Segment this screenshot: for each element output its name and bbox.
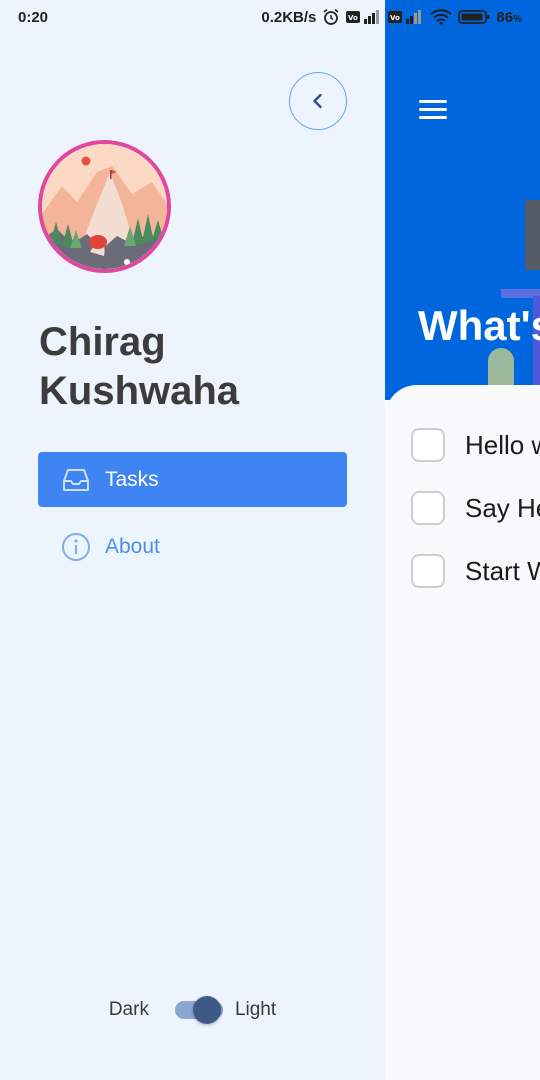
task-item[interactable]: Hello w [411, 425, 540, 465]
dark-label: Dark [108, 999, 149, 1020]
task-title: Say He [465, 492, 540, 523]
volte-signal-icon: Vo [346, 10, 380, 24]
status-icons: 0.2KB/s Vo Vo 86% [261, 8, 522, 26]
toggle-knob [192, 996, 221, 1024]
main-header: What's [385, 0, 540, 400]
nav-item-about[interactable]: About [38, 519, 347, 574]
battery-icon [458, 10, 490, 24]
light-label: Light [234, 999, 277, 1020]
user-name: Chirag Kushwaha [39, 320, 240, 413]
network-speed: 0.2KB/s [261, 8, 317, 26]
inbox-icon [63, 468, 89, 491]
task-checkbox[interactable] [411, 554, 445, 588]
status-bar: 0:20 0.2KB/s Vo Vo 86% [0, 0, 540, 34]
info-icon [62, 532, 90, 561]
task-checkbox[interactable] [411, 491, 445, 525]
nav-item-label: Tasks [105, 467, 159, 491]
task-checkbox[interactable] [411, 428, 445, 462]
main-title: What's [418, 302, 540, 349]
task-item[interactable]: Start W [411, 551, 540, 591]
alarm-icon [323, 8, 339, 25]
wifi-icon [430, 9, 453, 25]
battery-level: 86% [496, 8, 522, 26]
svg-text:Vo: Vo [348, 14, 358, 22]
theme-toggle[interactable] [174, 996, 223, 1024]
nav-item-tasks[interactable]: Tasks [38, 452, 347, 507]
avatar [38, 140, 171, 273]
main-app-background: What's Hello w Say He Start W [385, 0, 540, 1080]
task-title: Hello w [465, 429, 540, 460]
navigation-drawer: Chirag Kushwaha Tasks About Dark Light [0, 0, 385, 1080]
header-illustration-block [525, 200, 540, 270]
header-illustration-plant [488, 348, 514, 388]
nav-item-label: About [105, 534, 160, 558]
svg-text:Vo: Vo [390, 14, 400, 22]
close-drawer-button[interactable] [289, 72, 347, 130]
menu-icon[interactable] [419, 99, 449, 121]
task-title: Start W [465, 555, 540, 586]
status-time: 0:20 [18, 8, 49, 26]
volte-signal-2-icon: Vo [388, 10, 422, 24]
chevron-left-icon [313, 93, 322, 109]
theme-switcher: Dark Light [0, 990, 385, 1030]
task-item[interactable]: Say He [411, 488, 540, 528]
task-list-panel: Hello w Say He Start W [385, 385, 540, 1080]
